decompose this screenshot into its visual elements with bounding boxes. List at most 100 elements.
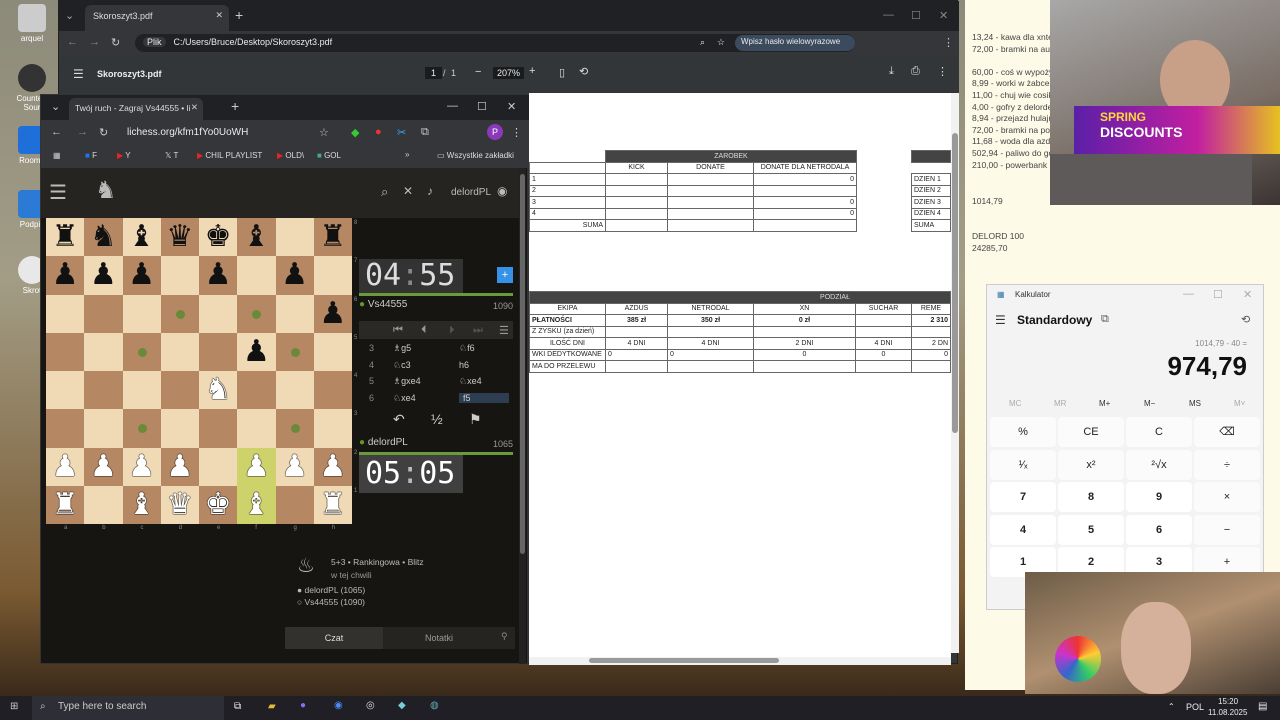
black-bishop[interactable]: ♝ <box>122 218 161 257</box>
tab-search-icon[interactable]: ⌄ <box>51 100 60 113</box>
user-avatar-icon[interactable]: ◉ <box>497 184 507 198</box>
discord-icon[interactable]: ● <box>300 700 306 711</box>
board-square[interactable] <box>46 371 85 410</box>
windows-start-icon[interactable]: ⊞ <box>10 701 18 712</box>
board-square[interactable] <box>84 485 123 524</box>
bookmark-item[interactable]: ■ GOL <box>317 151 341 160</box>
calc-key[interactable]: ÷ <box>1194 449 1260 480</box>
board-square[interactable] <box>275 485 314 524</box>
memory-button[interactable]: M˅ <box>1234 399 1245 408</box>
board-square[interactable] <box>122 294 161 333</box>
chat-settings-icon[interactable]: ⚲ <box>501 631 508 642</box>
extensions-puzzle-icon[interactable]: ⧉ <box>421 126 429 139</box>
zoom-out-icon[interactable]: − <box>475 66 481 78</box>
board-square[interactable] <box>199 447 238 486</box>
player-name[interactable]: delordPL <box>368 437 408 448</box>
white-pawn[interactable]: ♟ <box>122 447 161 486</box>
board-square[interactable] <box>275 332 314 371</box>
calc-key[interactable]: C <box>1126 417 1192 447</box>
bookmark-item[interactable]: ▶ OLD\ <box>277 151 304 160</box>
chess-board[interactable]: ♜ ♞ ♝ ♛ ♚ ♝ ♜ ♟ ♟ ♟ ♟ ♟ ♟ ♟ ♞ ♟ ♟ ♟ ♟ ♟ ♟ ♟ ♜ ♝ ♛ ♚ ♝ ♜ <box>46 218 352 524</box>
maximize-icon[interactable]: ☐ <box>1213 288 1223 301</box>
steam-icon[interactable]: ◍ <box>430 700 439 711</box>
board-square[interactable] <box>46 409 85 448</box>
menu-dots-icon[interactable]: ⋮ <box>511 126 522 139</box>
black-bishop[interactable]: ♝ <box>237 218 276 257</box>
black-pawn[interactable]: ♟ <box>46 256 85 295</box>
tab-pdf[interactable]: Skoroszyt3.pdf ✕ <box>85 5 229 31</box>
black-move[interactable]: h6 <box>459 360 469 370</box>
new-tab-icon[interactable]: + <box>235 7 243 23</box>
white-move[interactable]: ♘xe4 <box>393 393 416 404</box>
board-square[interactable] <box>160 256 199 295</box>
white-knight[interactable]: ♞ <box>199 371 238 410</box>
menu-dots-icon[interactable]: ⋮ <box>943 36 954 49</box>
scrollbar-thumb[interactable] <box>520 174 525 554</box>
bookmark-item[interactable]: ▶ CHIL PLAYLIST <box>197 151 262 160</box>
forward-icon[interactable]: → <box>89 36 100 48</box>
calc-key[interactable]: x² <box>1058 449 1124 480</box>
board-square[interactable] <box>199 332 238 371</box>
more-bookmarks-icon[interactable]: » <box>405 150 409 159</box>
obs-icon[interactable]: ◎ <box>366 700 375 711</box>
calc-key[interactable]: CE <box>1058 417 1124 447</box>
white-pawn[interactable]: ♟ <box>84 447 123 486</box>
white-pawn[interactable]: ♟ <box>237 447 276 486</box>
board-square[interactable] <box>313 371 352 410</box>
notifications-bell-icon[interactable]: ♪ <box>427 184 433 198</box>
tab-search-icon[interactable]: ⌄ <box>65 9 74 22</box>
board-square[interactable] <box>122 409 161 448</box>
board-square[interactable] <box>122 332 161 371</box>
calc-key[interactable]: ⌫ <box>1194 417 1260 447</box>
chrome-icon[interactable]: ◉ <box>334 700 343 711</box>
white-pawn[interactable]: ♟ <box>313 447 352 486</box>
page-number-input[interactable]: 1 <box>425 67 443 79</box>
calc-key[interactable]: 8 <box>1058 482 1124 512</box>
reload-icon[interactable]: ↻ <box>111 36 120 49</box>
previous-move-icon[interactable]: ⏴ <box>421 324 427 337</box>
board-square[interactable] <box>46 332 85 371</box>
memory-button[interactable]: MC <box>1009 399 1021 408</box>
board-square[interactable] <box>46 294 85 333</box>
password-extension-button[interactable]: Wpisz hasło wielowyrazowe <box>735 35 855 51</box>
moves-menu-icon[interactable]: ☰ <box>499 324 509 337</box>
black-move[interactable]: ♘xe4 <box>459 376 482 387</box>
board-square[interactable] <box>84 294 123 333</box>
opponent-name[interactable]: Vs44555 <box>368 299 407 310</box>
black-king[interactable]: ♚ <box>199 218 238 257</box>
taskbar-search[interactable]: ⌕ Type here to search <box>32 696 224 720</box>
player-list-item[interactable]: ● delordPL (1065) <box>297 585 365 595</box>
bookmark-item[interactable]: ▶ Y <box>117 151 131 160</box>
memory-button[interactable]: M− <box>1144 399 1155 408</box>
new-tab-icon[interactable]: + <box>231 98 239 114</box>
white-rook[interactable]: ♜ <box>313 485 352 524</box>
apps-grid-icon[interactable]: ▦ <box>53 151 61 160</box>
clock-time[interactable]: 15:20 <box>1218 697 1238 706</box>
hscrollbar-thumb[interactable] <box>589 658 779 663</box>
calc-key[interactable]: 7 <box>990 482 1056 512</box>
forward-icon[interactable]: → <box>77 126 88 138</box>
black-pawn[interactable]: ♟ <box>199 256 238 295</box>
minimize-icon[interactable]: — <box>883 9 894 21</box>
page-scrollbar[interactable] <box>519 168 526 664</box>
desktop-icon[interactable]: arquel <box>8 4 56 43</box>
tab-chat[interactable]: Czat <box>285 627 383 649</box>
board-square[interactable] <box>275 218 314 257</box>
clock-date[interactable]: 11.08.2025 <box>1208 708 1247 717</box>
extension-icon[interactable]: ● <box>375 126 382 138</box>
black-rook[interactable]: ♜ <box>313 218 352 257</box>
app-icon[interactable]: ◆ <box>398 700 406 711</box>
black-rook[interactable]: ♜ <box>46 218 85 257</box>
close-window-icon[interactable]: ✕ <box>507 100 516 113</box>
close-tab-icon[interactable]: ✕ <box>191 102 198 113</box>
calc-key[interactable]: − <box>1194 514 1260 545</box>
tray-chevron-icon[interactable]: ⌃ <box>1168 702 1175 711</box>
board-square[interactable] <box>313 409 352 448</box>
board-square[interactable] <box>199 409 238 448</box>
fit-page-icon[interactable]: ▯ <box>559 66 565 79</box>
back-icon[interactable]: ← <box>51 126 62 138</box>
calc-key[interactable]: 6 <box>1126 514 1192 545</box>
board-square[interactable] <box>237 371 276 410</box>
black-pawn[interactable]: ♟ <box>275 256 314 295</box>
white-pawn[interactable]: ♟ <box>46 447 85 486</box>
